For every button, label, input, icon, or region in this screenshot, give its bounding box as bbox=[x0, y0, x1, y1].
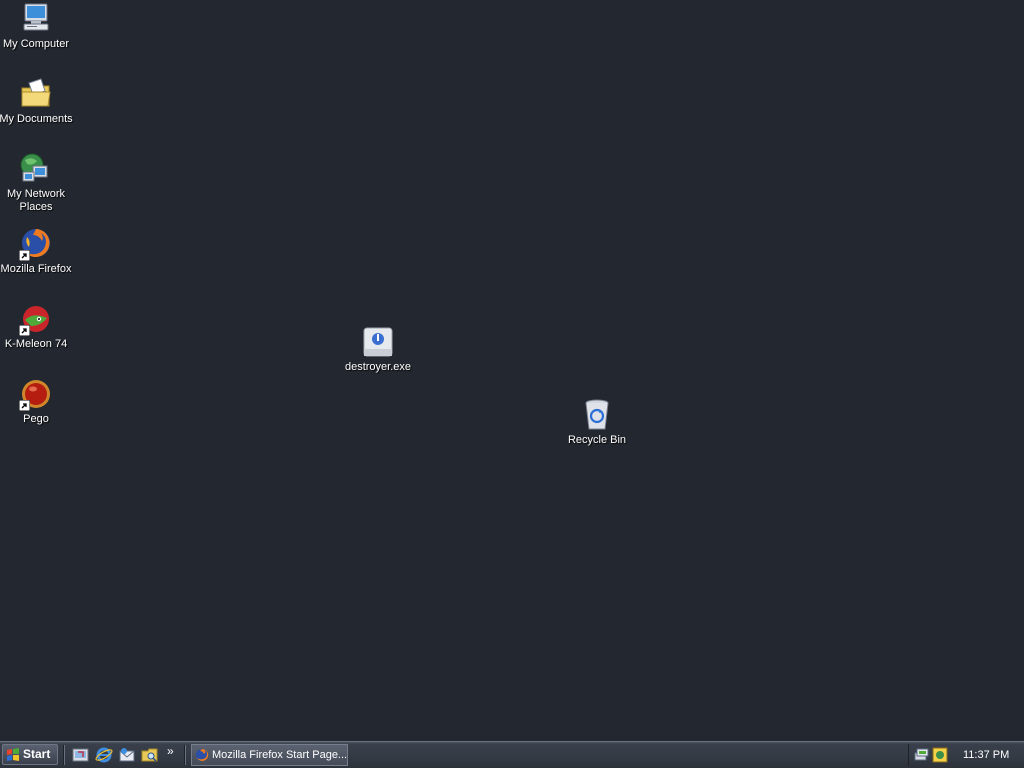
executable-icon bbox=[361, 325, 395, 359]
desktop-icon-my-documents[interactable]: My Documents bbox=[0, 77, 74, 126]
icon-label: My Computer bbox=[2, 38, 70, 50]
my-computer-icon bbox=[19, 2, 53, 36]
desktop-icon-recycle-bin[interactable]: Recycle Bin bbox=[559, 398, 635, 447]
show-desktop-icon[interactable] bbox=[72, 746, 90, 764]
clock[interactable]: 11:37 PM bbox=[963, 744, 1009, 766]
my-documents-folder-icon bbox=[19, 77, 53, 111]
icon-label: destroyer.exe bbox=[344, 361, 412, 373]
desktop-icon-destroyer-exe[interactable]: destroyer.exe bbox=[340, 325, 416, 374]
icon-label: Mozilla Firefox bbox=[0, 263, 72, 275]
desktop: My Computer My Documents My Network Plac… bbox=[0, 0, 1024, 741]
windows-flag-icon bbox=[7, 748, 19, 761]
k-meleon-icon bbox=[19, 302, 53, 336]
start-button[interactable]: Start bbox=[2, 744, 58, 765]
shortcut-arrow-icon bbox=[19, 250, 30, 261]
pego-icon bbox=[19, 377, 53, 411]
icon-label: K-Meleon 74 bbox=[4, 338, 68, 350]
firefox-icon bbox=[19, 227, 53, 261]
taskbar: Start » Mozilla Firefox Start Page... 11… bbox=[0, 741, 1024, 768]
shortcut-arrow-icon bbox=[19, 325, 30, 336]
icon-label: Recycle Bin bbox=[567, 434, 627, 446]
desktop-icon-pego[interactable]: Pego bbox=[0, 377, 74, 426]
quick-launch-more-chevron[interactable]: » bbox=[167, 744, 174, 758]
icon-label: My Documents bbox=[0, 113, 73, 125]
system-tray: 11:37 PM bbox=[908, 744, 1022, 766]
network-places-icon bbox=[19, 152, 53, 186]
desktop-icon-mozilla-firefox[interactable]: Mozilla Firefox bbox=[0, 227, 74, 276]
start-label: Start bbox=[23, 747, 51, 761]
taskbar-separator bbox=[184, 745, 186, 765]
icon-label: My Network Places bbox=[6, 188, 66, 213]
desktop-icon-k-meleon[interactable]: K-Meleon 74 bbox=[0, 302, 74, 351]
desktop-icon-my-computer[interactable]: My Computer bbox=[0, 2, 74, 51]
task-label: Mozilla Firefox Start Page... bbox=[212, 749, 348, 761]
recycle-bin-icon bbox=[580, 398, 614, 432]
taskbar-button-firefox[interactable]: Mozilla Firefox Start Page... bbox=[191, 744, 348, 766]
network-tray-icon[interactable] bbox=[914, 747, 930, 763]
shortcut-arrow-icon bbox=[19, 400, 30, 411]
internet-explorer-icon[interactable] bbox=[95, 746, 113, 764]
outlook-express-icon[interactable] bbox=[118, 746, 136, 764]
security-tray-icon[interactable] bbox=[932, 747, 948, 763]
windows-explorer-icon[interactable] bbox=[141, 746, 159, 764]
desktop-icon-my-network-places[interactable]: My Network Places bbox=[0, 152, 74, 214]
taskbar-separator bbox=[63, 745, 65, 765]
icon-label: Pego bbox=[23, 413, 49, 425]
firefox-icon bbox=[196, 748, 209, 761]
